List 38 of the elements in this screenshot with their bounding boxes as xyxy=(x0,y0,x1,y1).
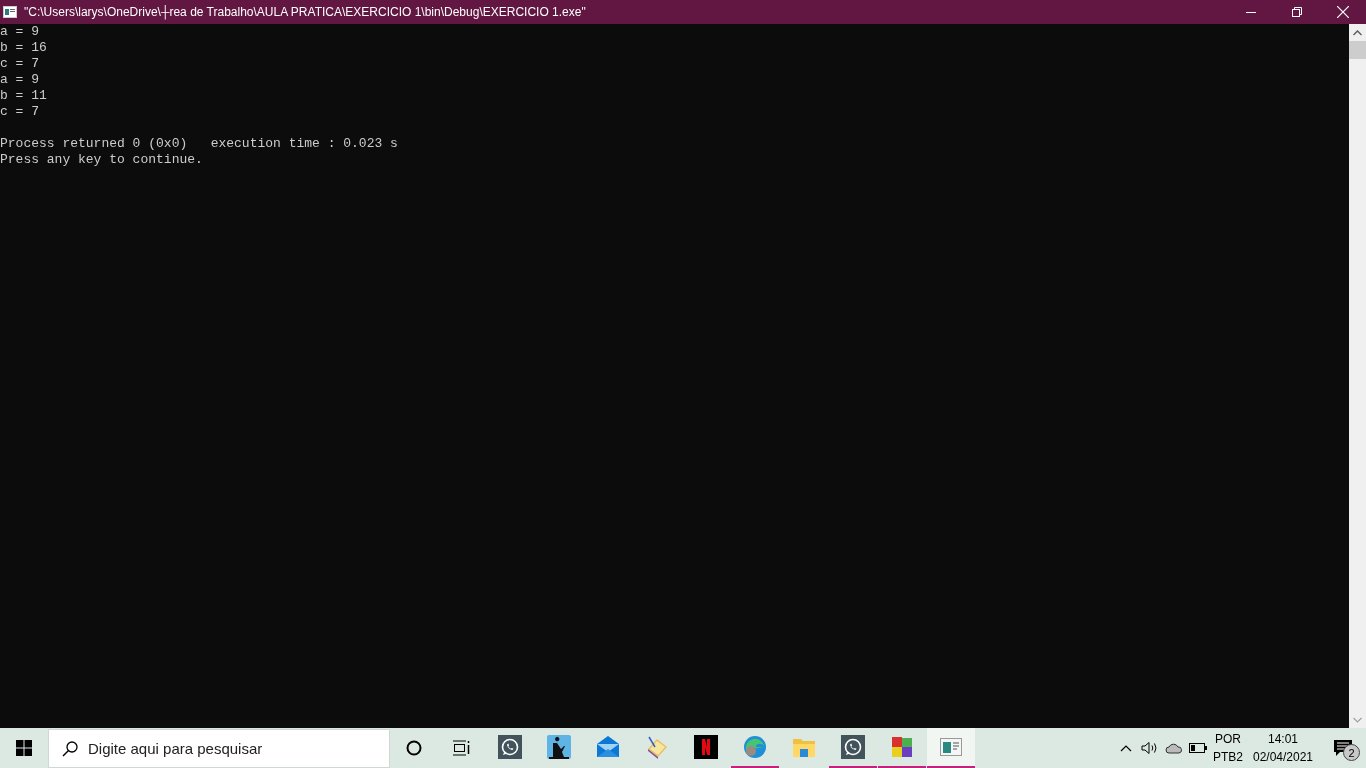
window-title: "C:\Users\larys\OneDrive\┼rea de Trabalho\AULA PRATICA\EXERCICIO 1\bin\Debug\EXERCICIO 1.exe" xyxy=(24,5,587,19)
console-output-line: c = 7 xyxy=(0,104,39,120)
letter-n-icon xyxy=(694,735,718,759)
console-status-line: Process returned 0 (0x0) execution time : 0.023 s xyxy=(0,136,398,152)
caret-up-icon xyxy=(1120,744,1132,752)
search-icon xyxy=(62,740,78,757)
windows-logo-icon xyxy=(16,740,32,756)
chat-bubble-icon xyxy=(841,735,865,759)
console-output-line: c = 7 xyxy=(0,56,39,72)
circle-icon xyxy=(406,740,422,756)
caret-down-icon xyxy=(1353,716,1362,723)
scrollbar-thumb[interactable] xyxy=(1349,41,1366,59)
close-icon xyxy=(1337,6,1349,18)
chat-bubble-icon xyxy=(498,735,522,759)
envelope-icon xyxy=(596,735,620,759)
notification-count: 2 xyxy=(1343,744,1360,761)
task-view-icon xyxy=(453,740,471,756)
search-box[interactable]: Digite aqui para pesquisar xyxy=(48,729,390,768)
search-input[interactable]: Digite aqui para pesquisar xyxy=(88,740,368,757)
reading-person-icon xyxy=(547,735,571,759)
clock-button[interactable]: 14:01 02/04/2021 xyxy=(1246,728,1320,768)
cloud-icon xyxy=(1165,742,1183,754)
console-window-icon xyxy=(3,6,17,18)
restore-icon xyxy=(1292,7,1302,17)
console-output-line: b = 16 xyxy=(0,40,47,56)
speaker-icon xyxy=(1141,741,1159,755)
scanner-icon xyxy=(645,735,669,759)
swirl-logo-icon xyxy=(743,735,767,759)
console-output-line: b = 11 xyxy=(0,88,47,104)
console-status-line: Press any key to continue. xyxy=(0,152,203,168)
battery-icon xyxy=(1189,743,1207,753)
language-button[interactable]: POR PTB2 xyxy=(1210,728,1246,768)
console-output-line: a = 9 xyxy=(0,24,39,40)
colored-tiles-icon xyxy=(890,735,914,759)
console-window-icon xyxy=(939,735,963,759)
caret-up-icon xyxy=(1353,29,1362,36)
notifications-button[interactable]: 2 xyxy=(1320,728,1366,768)
console-output-line: a = 9 xyxy=(0,72,39,88)
